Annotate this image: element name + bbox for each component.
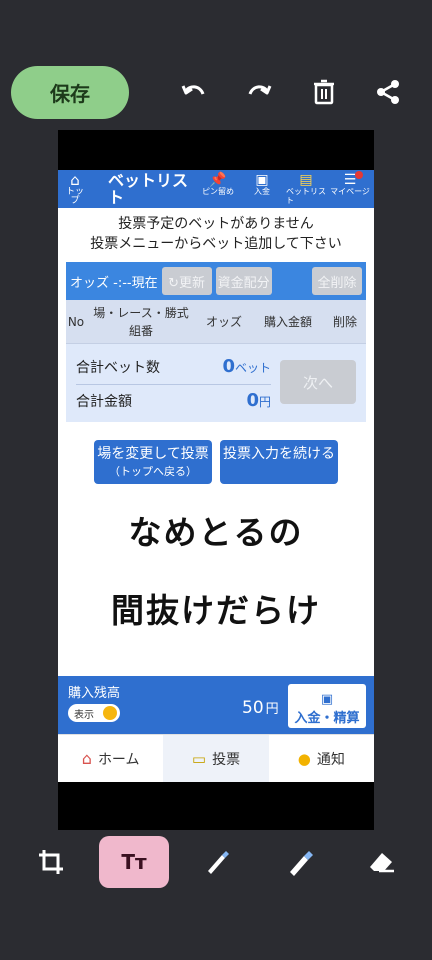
betlist-button[interactable]: ▤ ベットリスト (286, 173, 326, 205)
home-label: トップ (65, 186, 84, 206)
total-unit: 円 (258, 395, 271, 409)
text-icon: Tт (121, 850, 147, 874)
total-amount-row: 合計金額 0円 (76, 390, 271, 411)
balance-toggle-label: 表示 (74, 709, 94, 721)
overlay-text-line1[interactable]: なめとるの (58, 506, 374, 554)
pin-label: ピン留め (202, 187, 234, 196)
odds-bar: オッズ -:--現在 ↻更新 資金配分 全削除 (66, 262, 366, 300)
col-race-label: 場・レース・勝式 (93, 305, 189, 320)
refresh-button[interactable]: ↻更新 (161, 267, 212, 295)
home-icon: ⌂ (70, 170, 80, 189)
bet-count-label: 合計ベット数 (76, 360, 160, 376)
highlighter-tool[interactable] (265, 836, 335, 888)
crop-tool[interactable] (16, 836, 86, 888)
clear-all-button[interactable]: 全削除 (312, 267, 362, 295)
empty-message: 投票予定のベットがありません 投票メニューからベット追加して下さい (58, 208, 374, 254)
nav-notice[interactable]: ● 通知 (269, 735, 374, 782)
balance-value: 50 (242, 698, 264, 718)
house-icon: ⌂ (81, 749, 92, 768)
pen-tool[interactable] (182, 836, 252, 888)
bell-icon: ● (297, 749, 311, 768)
deposit-label: 入金 (254, 187, 270, 196)
bet-table: オッズ -:--現在 ↻更新 資金配分 全削除 No 場・レース・勝式 組番 オ… (66, 262, 366, 422)
change-venue-sublabel: （トップへ戻る） (109, 465, 197, 478)
page-title: ベットリスト (108, 171, 189, 207)
bet-count-row: 合計ベット数 0ベット (76, 356, 271, 377)
col-combo-label: 組番 (128, 323, 153, 338)
mypage-button[interactable]: ☰ マイページ (330, 171, 370, 205)
overlay-text-line2[interactable]: 間抜けだらけ (58, 584, 374, 632)
balance-bar: 購入残高 表示 50 円 ▣ 入金・精算 (58, 676, 374, 734)
app-header: ⌂ トップ ベットリスト 📌 ピン留め ▣ 入金 ▤ ベットリスト ☰ マイペー… (58, 170, 374, 208)
balance-unit: 円 (265, 702, 279, 717)
deposit-machine-icon: ▣ (320, 692, 334, 707)
table-header: No 場・レース・勝式 組番 オッズ 購入金額 削除 (66, 300, 366, 344)
odds-time-label: オッズ -:--現在 (70, 275, 158, 291)
col-no: No (67, 314, 85, 329)
deposit-icon: ▣ (255, 172, 269, 188)
notification-dot (355, 171, 363, 179)
change-venue-button[interactable]: 場を変更して投票 （トップへ戻る） (94, 440, 212, 484)
text-tool[interactable]: Tт (99, 836, 169, 888)
mypage-label: マイページ (330, 187, 370, 196)
highlighter-icon (290, 851, 313, 876)
redo-icon[interactable] (243, 76, 275, 108)
balance-label: 購入残高 (68, 686, 121, 701)
undo-icon[interactable] (178, 76, 210, 108)
bet-count-value: 0 (222, 356, 235, 377)
balance-amount: 50 円 (242, 698, 279, 718)
summary-panel: 合計ベット数 0ベット 合計金額 0円 次へ (66, 344, 366, 422)
empty-message-line1: 投票予定のベットがありません (118, 216, 314, 232)
home-link[interactable]: ⌂ トップ (58, 170, 92, 206)
toggle-knob (103, 706, 117, 720)
nav-home-label: ホーム (97, 751, 140, 768)
share-icon[interactable] (372, 76, 404, 108)
empty-message-line2: 投票メニューからベット追加して下さい (90, 236, 342, 252)
col-odds: オッズ (205, 315, 242, 329)
trash-icon[interactable] (308, 76, 340, 108)
deposit-settle-button[interactable]: ▣ 入金・精算 (288, 684, 366, 728)
allocate-button[interactable]: 資金配分 (215, 267, 272, 295)
pin-icon: 📌 (209, 172, 227, 188)
betlist-icon: ▤ (299, 172, 313, 188)
eraser-tool[interactable] (346, 836, 416, 888)
next-button[interactable]: 次へ (280, 360, 356, 404)
col-race: 場・レース・勝式 組番 (86, 304, 196, 340)
bottom-nav: ⌂ ホーム ▭ 投票 ● 通知 (58, 734, 374, 782)
pen-icon (208, 851, 229, 874)
nav-notice-label: 通知 (316, 751, 345, 768)
screenshot-canvas[interactable]: ⌂ トップ ベットリスト 📌 ピン留め ▣ 入金 ▤ ベットリスト ☰ マイペー… (58, 130, 374, 830)
balance-toggle[interactable]: 表示 (68, 704, 120, 722)
betlist-label: ベットリスト (286, 187, 326, 205)
nav-vote-label: 投票 (212, 751, 241, 768)
col-amount: 購入金額 (263, 315, 312, 329)
bet-count-unit: ベット (234, 361, 271, 375)
total-value: 0 (246, 390, 259, 411)
col-delete: 削除 (332, 315, 357, 329)
deposit-button[interactable]: ▣ 入金 (242, 173, 282, 205)
total-label: 合計金額 (76, 394, 132, 410)
ticket-icon: ▭ (191, 749, 207, 768)
continue-input-button[interactable]: 投票入力を続ける (220, 440, 338, 484)
app-screen: ⌂ トップ ベットリスト 📌 ピン留め ▣ 入金 ▤ ベットリスト ☰ マイペー… (58, 170, 374, 782)
change-venue-label: 場を変更して投票 (97, 446, 209, 462)
summary-divider (76, 384, 271, 385)
deposit-settle-label: 入金・精算 (294, 711, 360, 726)
save-button[interactable]: 保存 (11, 66, 129, 119)
crop-icon (39, 850, 63, 874)
nav-home[interactable]: ⌂ ホーム (58, 735, 163, 782)
pin-button[interactable]: 📌 ピン留め (198, 173, 238, 205)
eraser-icon (370, 853, 394, 873)
nav-vote[interactable]: ▭ 投票 (163, 735, 269, 782)
